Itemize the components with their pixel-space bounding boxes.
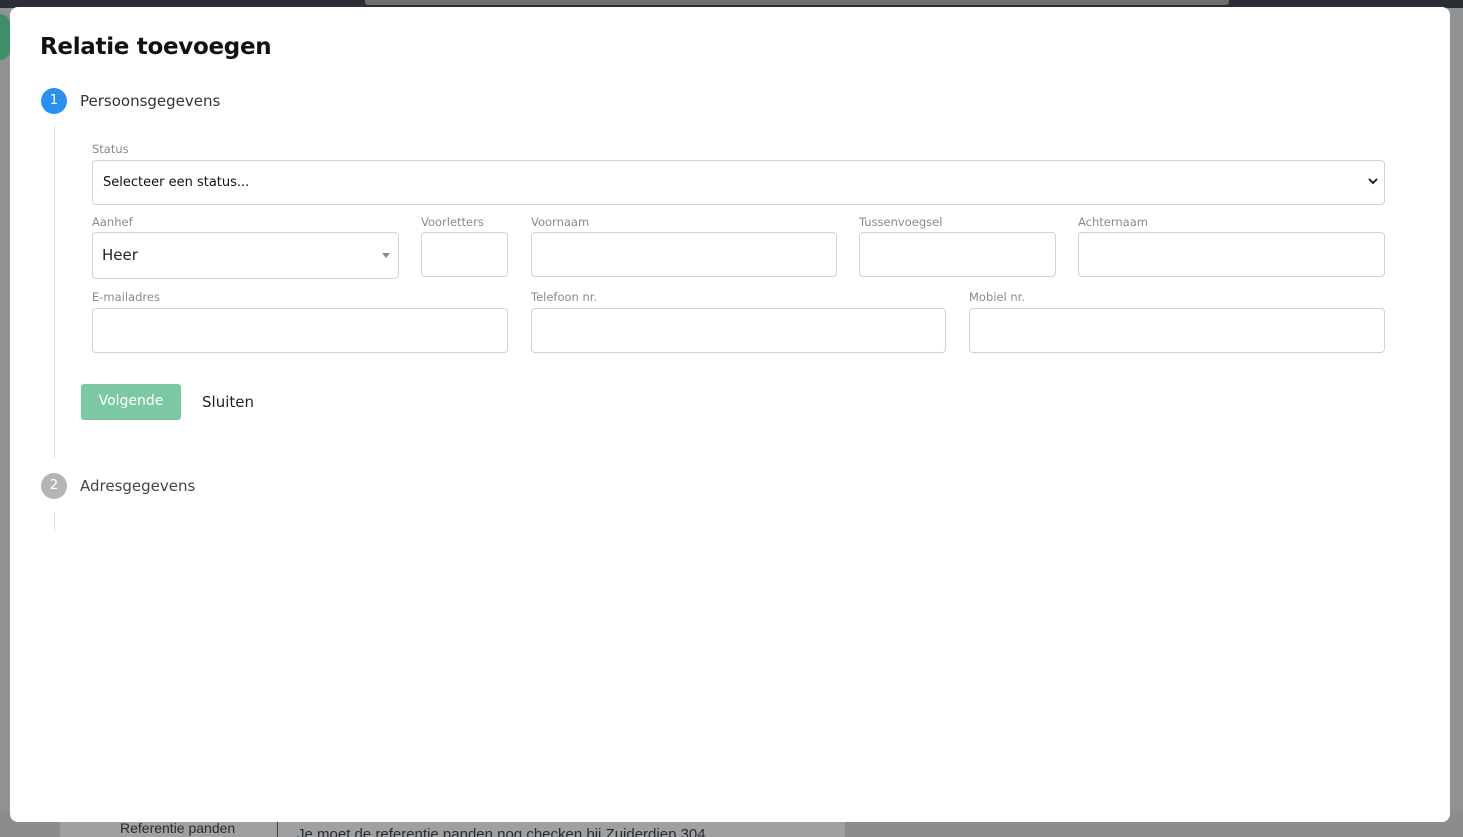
voornaam-label: Voornaam — [531, 215, 590, 229]
email-input[interactable] — [92, 308, 508, 353]
tussenvoegsel-label: Tussenvoegsel — [859, 215, 943, 229]
step-connector — [54, 512, 55, 531]
achternaam-label: Achternaam — [1078, 215, 1148, 229]
add-relation-modal: Relatie toevoegen 1 Persoonsgegevens Sta… — [10, 7, 1450, 822]
step-1-label[interactable]: Persoonsgegevens — [80, 92, 220, 110]
status-select[interactable]: Selecteer een status... — [92, 160, 1385, 205]
voorletters-input[interactable] — [421, 232, 508, 277]
aanhef-select-value: Heer — [102, 246, 138, 264]
telefoon-label: Telefoon nr. — [531, 290, 598, 304]
status-label: Status — [92, 142, 129, 156]
voorletters-label: Voorletters — [421, 215, 484, 229]
background-tab — [365, 0, 1229, 5]
chevron-down-icon — [1368, 178, 1378, 185]
caret-down-icon — [382, 253, 390, 258]
voornaam-input[interactable] — [531, 232, 837, 277]
achternaam-input[interactable] — [1078, 232, 1385, 277]
status-select-value: Selecteer een status... — [103, 175, 250, 190]
background-bottom-label: Referentie panden — [120, 820, 236, 836]
step-2-indicator[interactable]: 2 — [41, 473, 67, 499]
background-bottom-text: Je moet de referentie panden nog checken… — [297, 826, 706, 837]
modal-title: Relatie toevoegen — [40, 34, 272, 60]
step-2-label[interactable]: Adresgegevens — [80, 477, 195, 495]
mobiel-label: Mobiel nr. — [969, 290, 1025, 304]
next-button[interactable]: Volgende — [81, 384, 181, 420]
background-separator — [277, 820, 278, 837]
background-accent — [0, 14, 10, 60]
step-1-indicator[interactable]: 1 — [41, 88, 67, 114]
telefoon-input[interactable] — [531, 308, 946, 353]
mobiel-input[interactable] — [969, 308, 1385, 353]
aanhef-label: Aanhef — [92, 215, 133, 229]
close-button[interactable]: Sluiten — [202, 393, 254, 411]
step-connector — [54, 125, 55, 458]
email-label: E-mailadres — [92, 290, 160, 304]
tussenvoegsel-input[interactable] — [859, 232, 1056, 277]
aanhef-select[interactable]: Heer — [92, 232, 399, 279]
